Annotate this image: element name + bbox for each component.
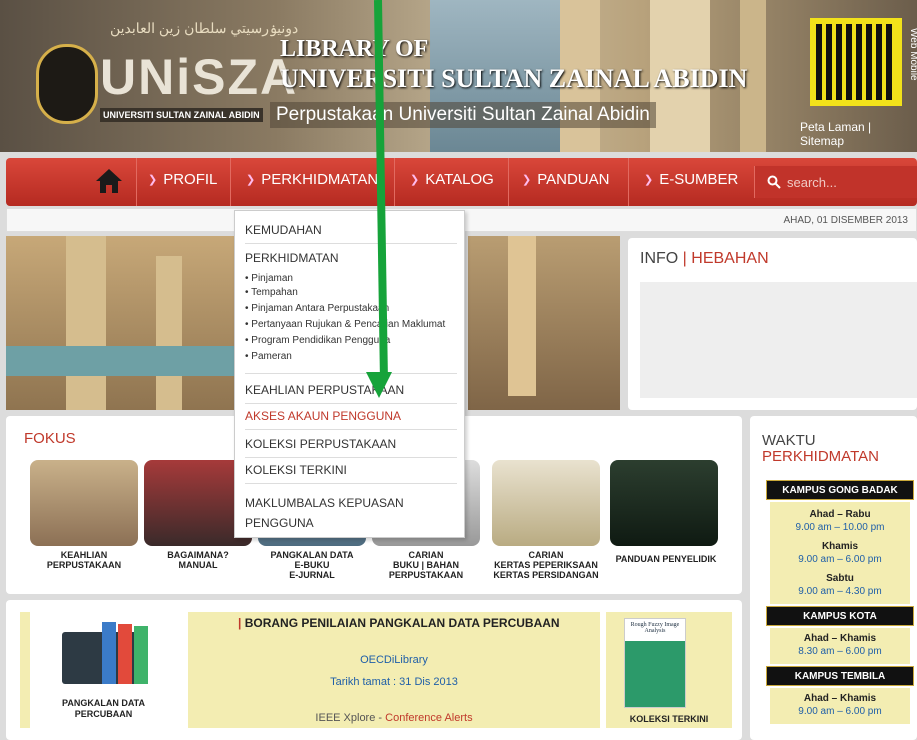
site-header: دونيۏرسيتي سلطان زين العابدين UNiSZA UNI… [0,0,917,152]
submenu-pameran[interactable]: • Pameran [245,351,292,362]
menu-item-akses-akaun[interactable]: AKSES AKAUN PENGGUNA [245,409,457,430]
submenu-pertanyaan-rujukan[interactable]: • Pertanyaan Rujukan & Pencarian Makluma… [245,319,445,330]
nav-item-label: PROFIL [163,171,218,188]
search-icon [767,175,781,189]
sitemap-link[interactable]: Sitemap [800,134,844,148]
banner-pool [6,346,234,376]
web-mobile-label[interactable]: Web Mobile [908,28,917,81]
library-title-malay: Perpustakaan Universiti Sultan Zainal Ab… [270,102,656,128]
library-title-line2: UNIVERSITI SULTAN ZAINAL ABIDIN [280,64,748,93]
search-box[interactable]: search... [754,166,917,198]
ieee-xplore-line[interactable]: IEEE Xplore - Conference Alerts [188,712,600,724]
submenu-pinjaman[interactable]: • Pinjaman [245,273,293,284]
tarikh-tamat-text: Tarikh tamat : 31 Dis 2013 [330,676,458,688]
nav-item-perkhidmatan[interactable]: ❯ PERKHIDMATAN [246,171,378,188]
fokus-carian-kertas-image[interactable] [492,460,600,546]
nav-item-label: PERKHIDMATAN [261,171,379,188]
nav-item-label: KATALOG [425,171,494,188]
menu-item-keahlian[interactable]: KEAHLIAN PERPUSTAKAAN [245,383,457,404]
fokus-label-carian-buku[interactable]: CARIAN BUKU | BAHAN PERPUSTAKAAN [372,550,480,580]
borang-title[interactable]: | BORANG PENILAIAN PANGKALAN DATA PERCUB… [238,616,560,630]
kota-hours: Ahad – Khamis 8.30 am – 6.00 pm [770,628,910,664]
nav-item-panduan[interactable]: ❯ PANDUAN [522,171,609,188]
gong-badak-hours: Ahad – Rabu 9.00 am – 10.00 pm Khamis 9.00… [770,502,910,604]
menu-item-koleksi-terkini[interactable]: KOLEKSI TERKINI [245,463,457,484]
library-title-line1: LIBRARY OF [280,36,429,62]
fokus-label-keahlian[interactable]: KEAHLIAN PERPUSTAKAAN [30,550,138,570]
tembila-hours: Ahad – Khamis 9.00 am – 6.00 pm [770,688,910,724]
waktu-title: WAKTU [762,432,816,449]
menu-item-maklumbalas[interactable]: MAKLUMBALAS KEPUASAN PENGGUNA [245,493,457,539]
nav-separator [508,158,509,206]
koleksi-terkini-panel[interactable]: Rough Fuzzy Image Analysis KOLEKSI TERKI… [606,612,732,728]
perkhidmatan-title: PERKHIDMATAN [762,448,879,465]
info-content [640,282,917,398]
info-hebahan-panel: INFO | HEBAHAN [628,238,917,410]
nav-separator [136,158,137,206]
menu-item-perkhidmatan[interactable]: PERKHIDMATAN [245,251,457,271]
fokus-keahlian-image[interactable] [30,460,138,546]
perkhidmatan-dropdown-menu: KEMUDAHAN PERKHIDMATAN • Pinjaman • Temp… [234,210,465,538]
banner-pillar [66,236,106,410]
koleksi-terkini-label[interactable]: KOLEKSI TERKINI [606,714,732,724]
banner-image [6,236,234,410]
book-icon [102,622,116,684]
book-title: Rough Fuzzy Image Analysis [630,622,680,634]
fokus-title: FOKUS [24,430,76,447]
header-links: Peta Laman | Sitemap [800,120,872,148]
nav-separator [230,158,231,206]
kampus-kota-header: KAMPUS KOTA [766,606,914,626]
logo-subtitle: UNIVERSITI SULTAN ZAINAL ABIDIN [100,108,263,122]
banner-pillar [156,256,182,410]
fokus-panduan-image[interactable] [610,460,718,546]
chevron-icon: ❯ [410,174,420,186]
menu-item-kemudahan[interactable]: KEMUDAHAN [245,223,457,244]
nav-item-katalog[interactable]: ❯ KATALOG [410,171,494,188]
book-icon [134,626,148,684]
info-title: INFO | HEBAHAN [640,250,769,267]
borang-penilaian-panel: | BORANG PENILAIAN PANGKALAN DATA PERCUB… [188,612,600,728]
kampus-tembila-header: KAMPUS TEMBILA [766,666,914,686]
nav-item-profil[interactable]: ❯ PROFIL [148,171,217,188]
submenu-tempahan[interactable]: • Tempahan [245,287,298,298]
annotation-arrow-icon [366,372,392,398]
qr-code-icon[interactable] [810,18,902,106]
home-icon[interactable] [94,166,124,196]
menu-item-koleksi-perpustakaan[interactable]: KOLEKSI PERPUSTAKAAN [245,437,457,458]
nav-item-label: E-SUMBER [659,171,739,188]
fokus-label-database[interactable]: PANGKALAN DATA E-BUKU E-JURNAL [258,550,366,580]
chevron-icon: ❯ [644,174,654,186]
banner-image-right [468,236,620,410]
current-date: AHAD, 01 DISEMBER 2013 [783,215,909,226]
university-logo[interactable]: UNiSZA [100,48,298,106]
nav-item-e-sumber[interactable]: ❯ E-SUMBER [644,171,738,188]
nav-item-label: PANDUAN [537,171,610,188]
fokus-label-carian-kertas[interactable]: CARIAN KERTAS PEPERIKSAAN KERTAS PERSIDANG… [484,550,608,580]
peta-laman-link[interactable]: Peta Laman [800,120,865,134]
submenu-pinjaman-antara[interactable]: • Pinjaman Antara Perpustakaan [245,303,389,314]
oecd-library-link[interactable]: OECDiLibrary [188,654,600,666]
bottom-panel: PANGKALAN DATA PERCUBAAN | BORANG PENILAI… [6,600,742,740]
submenu-program-pendidikan[interactable]: • Program Pendidikan Pengguna [245,335,390,346]
book-cover-image[interactable]: Rough Fuzzy Image Analysis [624,618,686,708]
fokus-label-panduan[interactable]: PANDUAN PENYELIDIK [608,554,724,564]
menu-divider [245,373,457,374]
chevron-icon: ❯ [522,174,532,186]
book-icon [118,624,132,684]
search-input[interactable]: search... [787,175,837,190]
kampus-gong-badak-header: KAMPUS GONG BADAK [766,480,914,500]
pangkalan-data-percubaan-label[interactable]: PANGKALAN DATA PERCUBAAN [62,698,145,720]
university-crest-icon[interactable] [36,44,98,124]
nav-separator [394,158,395,206]
logo-arabic-text: دونيۏرسيتي سلطان زين العابدين [110,20,299,36]
waktu-perkhidmatan-panel: WAKTU PERKHIDMATAN KAMPUS GONG BADAK Aha… [750,416,917,740]
nav-separator [628,158,629,206]
chevron-icon: ❯ [246,174,256,186]
main-navigation: ❯ PROFIL ❯ PERKHIDMATAN ❯ KATALOG ❯ PANDUAN … [6,158,917,206]
chevron-icon: ❯ [148,174,158,186]
banner-pillar [508,236,536,396]
conference-alerts-link[interactable]: Conference Alerts [385,712,472,724]
fokus-label-manual[interactable]: BAGAIMANA? MANUAL [144,550,252,570]
decorative-strip [20,612,30,728]
